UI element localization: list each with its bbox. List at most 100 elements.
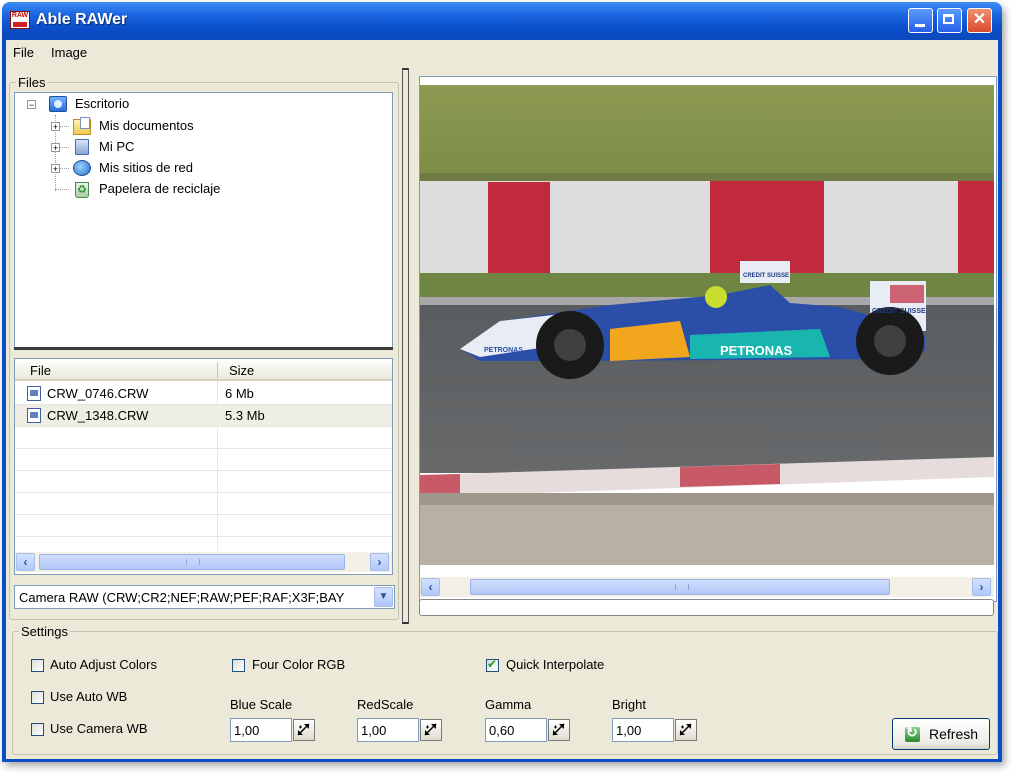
use-camera-wb-checkbox[interactable]: [31, 723, 44, 736]
tree-item-mi-pc[interactable]: Mi PC: [99, 139, 134, 154]
window-title: Able RAWer: [36, 11, 128, 28]
car-sponsor-text-petronas: PETRONAS: [720, 343, 793, 358]
car-sponsor-text-credit-suisse: CREDIT SUISSE: [872, 308, 926, 315]
scroll-left-button[interactable]: ‹: [16, 553, 35, 571]
empty-row: [15, 471, 392, 493]
auto-adjust-colors-checkbox[interactable]: [31, 659, 44, 672]
column-header-file[interactable]: File: [30, 363, 51, 378]
four-color-rgb-label[interactable]: Four Color RGB: [252, 657, 345, 672]
spin-arrows-icon: [552, 723, 565, 736]
image-preview-panel[interactable]: PETRONAS PETRONAS CREDIT SUISSE CREDIT S…: [419, 76, 997, 602]
tree-item-mis-sitios-de-red[interactable]: Mis sitios de red: [99, 160, 193, 175]
table-row[interactable]: CRW_0746.CRW 6 Mb: [15, 383, 392, 405]
chevron-down-icon: ▼: [378, 591, 389, 602]
red-scale-input[interactable]: 1,00: [357, 718, 419, 742]
red-scale-spin-button[interactable]: [420, 719, 442, 741]
blue-scale-label: Blue Scale: [230, 697, 293, 712]
use-camera-wb-label[interactable]: Use Camera WB: [50, 721, 148, 736]
menu-bar: File Image: [6, 40, 998, 64]
column-separator[interactable]: [217, 362, 218, 378]
raw-file-icon: [27, 386, 41, 401]
maximize-button[interactable]: [937, 8, 962, 33]
use-auto-wb-checkbox[interactable]: [31, 691, 44, 704]
settings-group-title: Settings: [19, 624, 70, 639]
scroll-right-button[interactable]: ›: [370, 553, 389, 571]
recycle-bin-icon: [75, 182, 89, 198]
computer-icon: [75, 139, 89, 155]
files-group-title: Files: [16, 75, 48, 90]
refresh-icon: [905, 724, 920, 742]
column-header-size[interactable]: Size: [229, 363, 254, 378]
preview-image[interactable]: PETRONAS PETRONAS CREDIT SUISSE CREDIT S…: [420, 85, 994, 575]
empty-row: [15, 515, 392, 537]
expand-icon[interactable]: +: [51, 143, 60, 153]
file-name: CRW_1348.CRW: [47, 408, 149, 423]
refresh-button-label: Refresh: [929, 726, 979, 742]
file-list-horizontal-scrollbar[interactable]: ‹ ›: [15, 552, 392, 572]
use-auto-wb-label[interactable]: Use Auto WB: [50, 689, 127, 704]
collapse-icon[interactable]: −: [27, 100, 36, 110]
arrow-right-icon: ›: [377, 555, 382, 569]
gamma-spin-button[interactable]: [548, 719, 570, 741]
car-sponsor-text-petronas-nose: PETRONAS: [484, 347, 523, 354]
file-type-filter-value: Camera RAW (CRW;CR2;NEF;RAW;PEF;RAF;X3F;…: [19, 590, 345, 605]
dropdown-button[interactable]: ▼: [374, 587, 393, 607]
arrow-right-icon: ›: [979, 580, 984, 594]
tree-item-escritorio[interactable]: Escritorio: [75, 96, 129, 111]
title-bar[interactable]: RAW Able RAWer ✕: [2, 2, 1002, 40]
bright-label: Bright: [612, 697, 646, 712]
file-list[interactable]: File Size CRW_0746.CRW 6 Mb CRW_1348.CRW…: [14, 358, 393, 575]
quick-interpolate-label[interactable]: Quick Interpolate: [506, 657, 604, 672]
close-icon: ✕: [972, 11, 987, 28]
minimize-button[interactable]: [908, 8, 933, 33]
bright-spin-button[interactable]: [675, 719, 697, 741]
client-area: File Image Files − Escritorio + Mis docu…: [6, 40, 998, 759]
spin-arrows-icon: [424, 723, 437, 736]
empty-row: [15, 427, 392, 449]
empty-row: [15, 493, 392, 515]
spin-arrows-icon: [297, 723, 310, 736]
raw-file-icon: [27, 408, 41, 423]
gamma-label: Gamma: [485, 697, 532, 712]
app-icon[interactable]: RAW: [10, 11, 30, 29]
expand-icon[interactable]: +: [51, 164, 60, 174]
preview-horizontal-scrollbar[interactable]: ‹ ›: [420, 577, 994, 597]
horizontal-splitter[interactable]: [14, 347, 393, 350]
quick-interpolate-checkbox[interactable]: [486, 657, 499, 672]
folder-documents-icon: [73, 117, 91, 135]
gamma-input[interactable]: 0,60: [485, 718, 547, 742]
close-button[interactable]: ✕: [967, 8, 992, 33]
file-type-filter-select[interactable]: Camera RAW (CRW;CR2;NEF;RAW;PEF;RAF;X3F;…: [14, 585, 395, 609]
arrow-left-icon: ‹: [428, 580, 433, 594]
scroll-left-button[interactable]: ‹: [421, 578, 440, 596]
menu-image[interactable]: Image: [51, 45, 87, 60]
scroll-thumb[interactable]: [470, 579, 890, 595]
auto-adjust-colors-label[interactable]: Auto Adjust Colors: [50, 657, 157, 672]
blue-scale-field: 1,00: [230, 718, 315, 742]
refresh-button[interactable]: Refresh: [892, 718, 990, 750]
progress-bar: [419, 599, 994, 616]
formula-one-race-car-photo: PETRONAS PETRONAS CREDIT SUISSE CREDIT S…: [420, 85, 994, 565]
gamma-field: 0,60: [485, 718, 570, 742]
red-scale-field: 1,00: [357, 718, 442, 742]
tree-item-mis-documentos[interactable]: Mis documentos: [99, 118, 194, 133]
scroll-right-button[interactable]: ›: [972, 578, 991, 596]
file-name: CRW_0746.CRW: [47, 386, 149, 401]
tree-connector: [55, 189, 69, 190]
blue-scale-spin-button[interactable]: [293, 719, 315, 741]
four-color-rgb-checkbox[interactable]: [232, 659, 245, 672]
scroll-thumb[interactable]: [39, 554, 345, 570]
expand-icon[interactable]: +: [51, 122, 60, 132]
file-list-header: File Size: [15, 359, 392, 381]
grip-icon: [186, 559, 200, 565]
arrow-left-icon: ‹: [23, 555, 28, 569]
vertical-splitter[interactable]: [402, 68, 409, 624]
red-scale-label: RedScale: [357, 697, 414, 712]
tree-item-papelera[interactable]: Papelera de reciclaje: [99, 181, 220, 196]
menu-file[interactable]: File: [13, 45, 34, 60]
table-row[interactable]: CRW_1348.CRW 5.3 Mb: [15, 405, 392, 427]
grip-icon: [675, 584, 689, 590]
blue-scale-input[interactable]: 1,00: [230, 718, 292, 742]
folder-tree[interactable]: − Escritorio + Mis documentos + Mi PC + …: [14, 92, 393, 348]
bright-input[interactable]: 1,00: [612, 718, 674, 742]
